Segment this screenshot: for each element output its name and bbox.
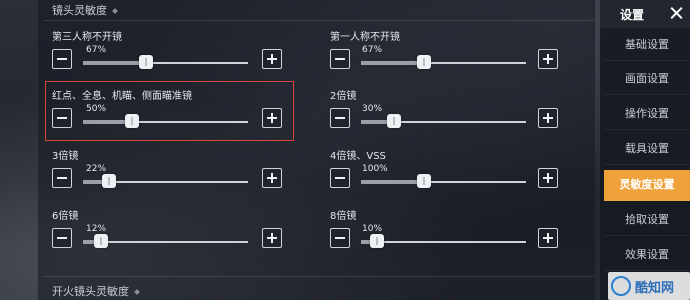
increase-3x-scope-button[interactable] — [262, 168, 282, 188]
sidebar-item-pickup[interactable]: 拾取设置 — [604, 205, 690, 236]
slider-first-person[interactable] — [361, 55, 526, 69]
slider-fill — [361, 180, 424, 184]
value-third-person: 67% — [86, 45, 107, 55]
section-divider — [44, 20, 594, 21]
slider-fill — [83, 61, 146, 65]
value-3x-scope: 22% — [86, 164, 107, 174]
slider-2x-scope[interactable] — [361, 114, 526, 128]
slider-red-dot[interactable] — [83, 114, 248, 128]
value-6x-scope: 12% — [86, 224, 107, 234]
increase-8x-scope-button[interactable] — [538, 228, 558, 248]
slider-fill — [361, 61, 424, 65]
sidebar-item-vehicle[interactable]: 载具设置 — [604, 134, 690, 165]
value-red-dot: 50% — [86, 104, 107, 114]
decrease-2x-scope-button[interactable] — [330, 108, 350, 128]
setting-label-2x-scope: 2倍镜 — [330, 91, 357, 102]
section-title-fire-scope-sensitivity: 开火镜头灵敏度 — [52, 283, 140, 299]
decrease-first-person-button[interactable] — [330, 49, 350, 69]
decrease-3x-scope-button[interactable] — [52, 168, 72, 188]
slider-thumb[interactable] — [102, 174, 116, 188]
slider-6x-scope[interactable] — [83, 234, 248, 248]
slider-third-person[interactable] — [83, 55, 248, 69]
watermark-text: 酷知网 — [635, 281, 675, 296]
section-title-scope-sensitivity: 镜头灵敏度 — [52, 2, 118, 18]
sidebar-item-effects[interactable]: 效果设置 — [604, 240, 690, 271]
decrease-4x-scope-button[interactable] — [330, 168, 350, 188]
decrease-6x-scope-button[interactable] — [52, 228, 72, 248]
slider-4x-scope[interactable] — [361, 174, 526, 188]
setting-label-first-person: 第一人称不开镜 — [330, 32, 400, 43]
slider-8x-scope[interactable] — [361, 234, 526, 248]
sidebar-item-graphics[interactable]: 画面设置 — [604, 64, 690, 95]
sidebar-title: 设置 — [620, 8, 645, 22]
slider-thumb[interactable] — [139, 55, 153, 69]
slider-thumb[interactable] — [94, 234, 108, 248]
increase-4x-scope-button[interactable] — [538, 168, 558, 188]
value-2x-scope: 30% — [362, 104, 383, 114]
slider-thumb[interactable] — [125, 114, 139, 128]
slider-thumb[interactable] — [387, 114, 401, 128]
increase-6x-scope-button[interactable] — [262, 228, 282, 248]
close-icon[interactable] — [664, 0, 690, 26]
sidebar-item-basic[interactable]: 基础设置 — [604, 30, 690, 61]
slider-3x-scope[interactable] — [83, 174, 248, 188]
setting-label-6x-scope: 6倍镜 — [52, 211, 79, 222]
settings-panel — [38, 0, 595, 300]
decrease-8x-scope-button[interactable] — [330, 228, 350, 248]
increase-2x-scope-button[interactable] — [538, 108, 558, 128]
sidebar-item-controls[interactable]: 操作设置 — [604, 99, 690, 130]
value-4x-scope: 100% — [362, 164, 388, 174]
slider-thumb[interactable] — [417, 55, 431, 69]
setting-label-4x-scope: 4倍镜、VSS — [330, 151, 386, 162]
setting-label-8x-scope: 8倍镜 — [330, 211, 357, 222]
slider-thumb[interactable] — [417, 174, 431, 188]
watermark-logo-icon — [611, 276, 631, 296]
increase-red-dot-button[interactable] — [262, 108, 282, 128]
decrease-red-dot-button[interactable] — [52, 108, 72, 128]
value-8x-scope: 10% — [362, 224, 383, 234]
setting-label-third-person: 第三人称不开镜 — [52, 32, 122, 43]
value-first-person: 67% — [362, 45, 383, 55]
sidebar-item-sensitivity[interactable]: 灵敏度设置 — [604, 170, 690, 201]
setting-label-3x-scope: 3倍镜 — [52, 151, 79, 162]
increase-third-person-button[interactable] — [262, 49, 282, 69]
slider-thumb[interactable] — [370, 234, 384, 248]
increase-first-person-button[interactable] — [538, 49, 558, 69]
setting-label-red-dot: 红点、全息、机瞄、侧面瞄准镜 — [52, 91, 192, 102]
section-divider — [44, 276, 594, 277]
decrease-third-person-button[interactable] — [52, 49, 72, 69]
